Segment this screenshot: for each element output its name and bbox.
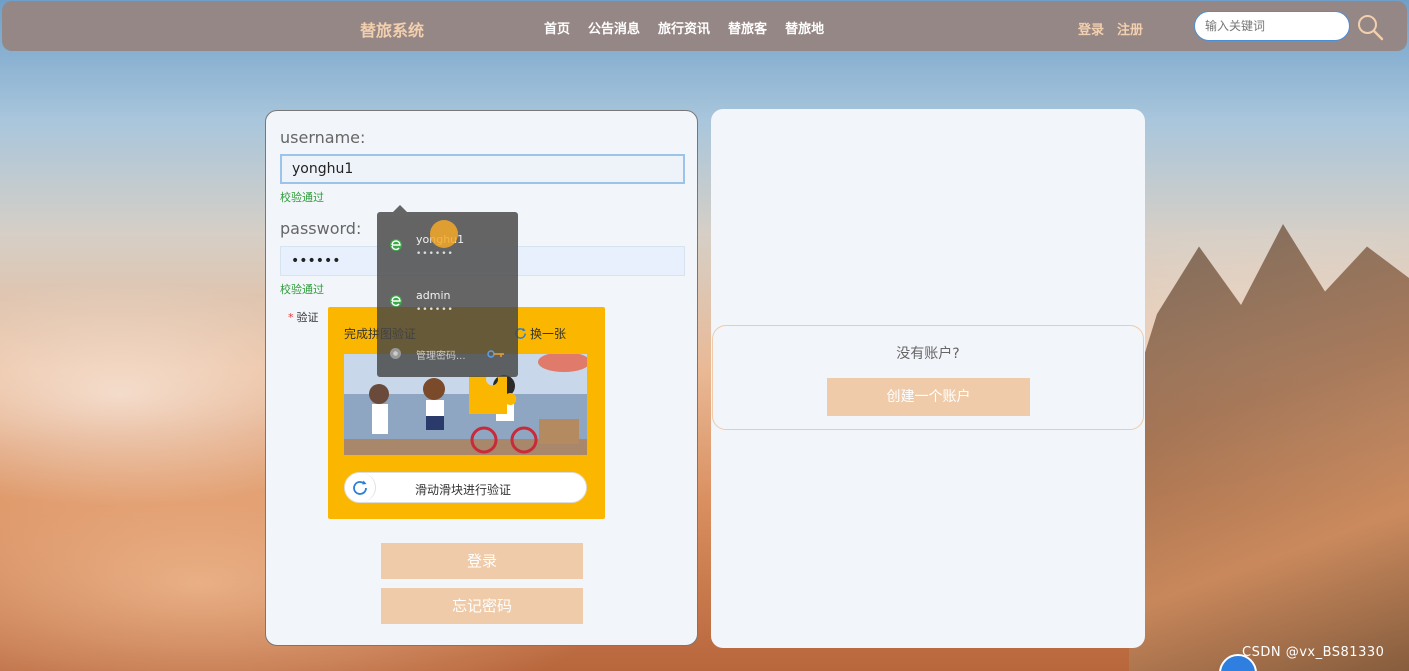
- top-navbar: 替旅系统 首页 公告消息 旅行资讯 替旅客 替旅地 登录 注册: [2, 1, 1407, 51]
- manage-passwords-link[interactable]: 管理密码...: [416, 347, 466, 362]
- autofill-item[interactable]: admin ••••••: [377, 272, 518, 328]
- chrome-icon: [390, 348, 401, 359]
- autofill-password: ••••••: [416, 305, 454, 315]
- username-input[interactable]: [280, 154, 685, 184]
- create-account-button[interactable]: 创建一个账户: [827, 378, 1030, 416]
- password-valid-text: 校验通过: [280, 283, 324, 296]
- captcha-slider-track[interactable]: 滑动滑块进行验证: [344, 472, 587, 503]
- nav-item-destinations[interactable]: 替旅地: [785, 18, 824, 37]
- mountain-decoration: [1129, 224, 1409, 671]
- mouse-cursor-highlight: [430, 220, 458, 248]
- login-button[interactable]: 登录: [381, 543, 583, 579]
- search-input[interactable]: [1194, 11, 1350, 41]
- slider-handle[interactable]: [345, 473, 376, 502]
- autofill-username: admin: [416, 289, 451, 302]
- login-link[interactable]: 登录: [1078, 19, 1104, 38]
- main-nav: 首页 公告消息 旅行资讯 替旅客 替旅地: [544, 18, 842, 37]
- username-valid-text: 校验通过: [280, 191, 324, 204]
- key-icon: [487, 350, 504, 358]
- forgot-password-button[interactable]: 忘记密码: [381, 588, 583, 624]
- register-link[interactable]: 注册: [1117, 19, 1143, 38]
- captcha-refresh-button[interactable]: 换一张: [514, 325, 566, 342]
- slider-hint: 滑动滑块进行验证: [415, 483, 512, 497]
- nav-item-travel-news[interactable]: 旅行资讯: [658, 18, 710, 37]
- nav-item-announcements[interactable]: 公告消息: [588, 18, 640, 37]
- required-mark: *: [288, 311, 294, 324]
- verify-label: * 验证: [288, 311, 319, 324]
- nav-item-home[interactable]: 首页: [544, 18, 570, 37]
- csdn-watermark: CSDN @vx_BS81330: [1242, 645, 1385, 660]
- auth-links: 登录 注册: [1078, 19, 1156, 38]
- refresh-icon: [353, 480, 367, 495]
- brand-title[interactable]: 替旅系统: [360, 17, 424, 41]
- password-label: password:: [280, 219, 362, 238]
- background-scenery: [0, 64, 1409, 671]
- autofill-password: ••••••: [416, 249, 454, 259]
- no-account-text: 没有账户?: [896, 346, 960, 362]
- username-label: username:: [280, 128, 366, 147]
- edge-browser-icon: [390, 239, 402, 251]
- search-icon[interactable]: [1356, 13, 1384, 41]
- edge-browser-icon: [390, 295, 402, 307]
- register-panel: 没有账户? 创建一个账户: [712, 325, 1144, 430]
- login-card: username: 校验通过 password: 校验通过 *验证 完成拼图验证…: [265, 110, 698, 646]
- nav-item-travelers[interactable]: 替旅客: [728, 18, 767, 37]
- register-card: 没有账户? 创建一个账户: [711, 109, 1145, 648]
